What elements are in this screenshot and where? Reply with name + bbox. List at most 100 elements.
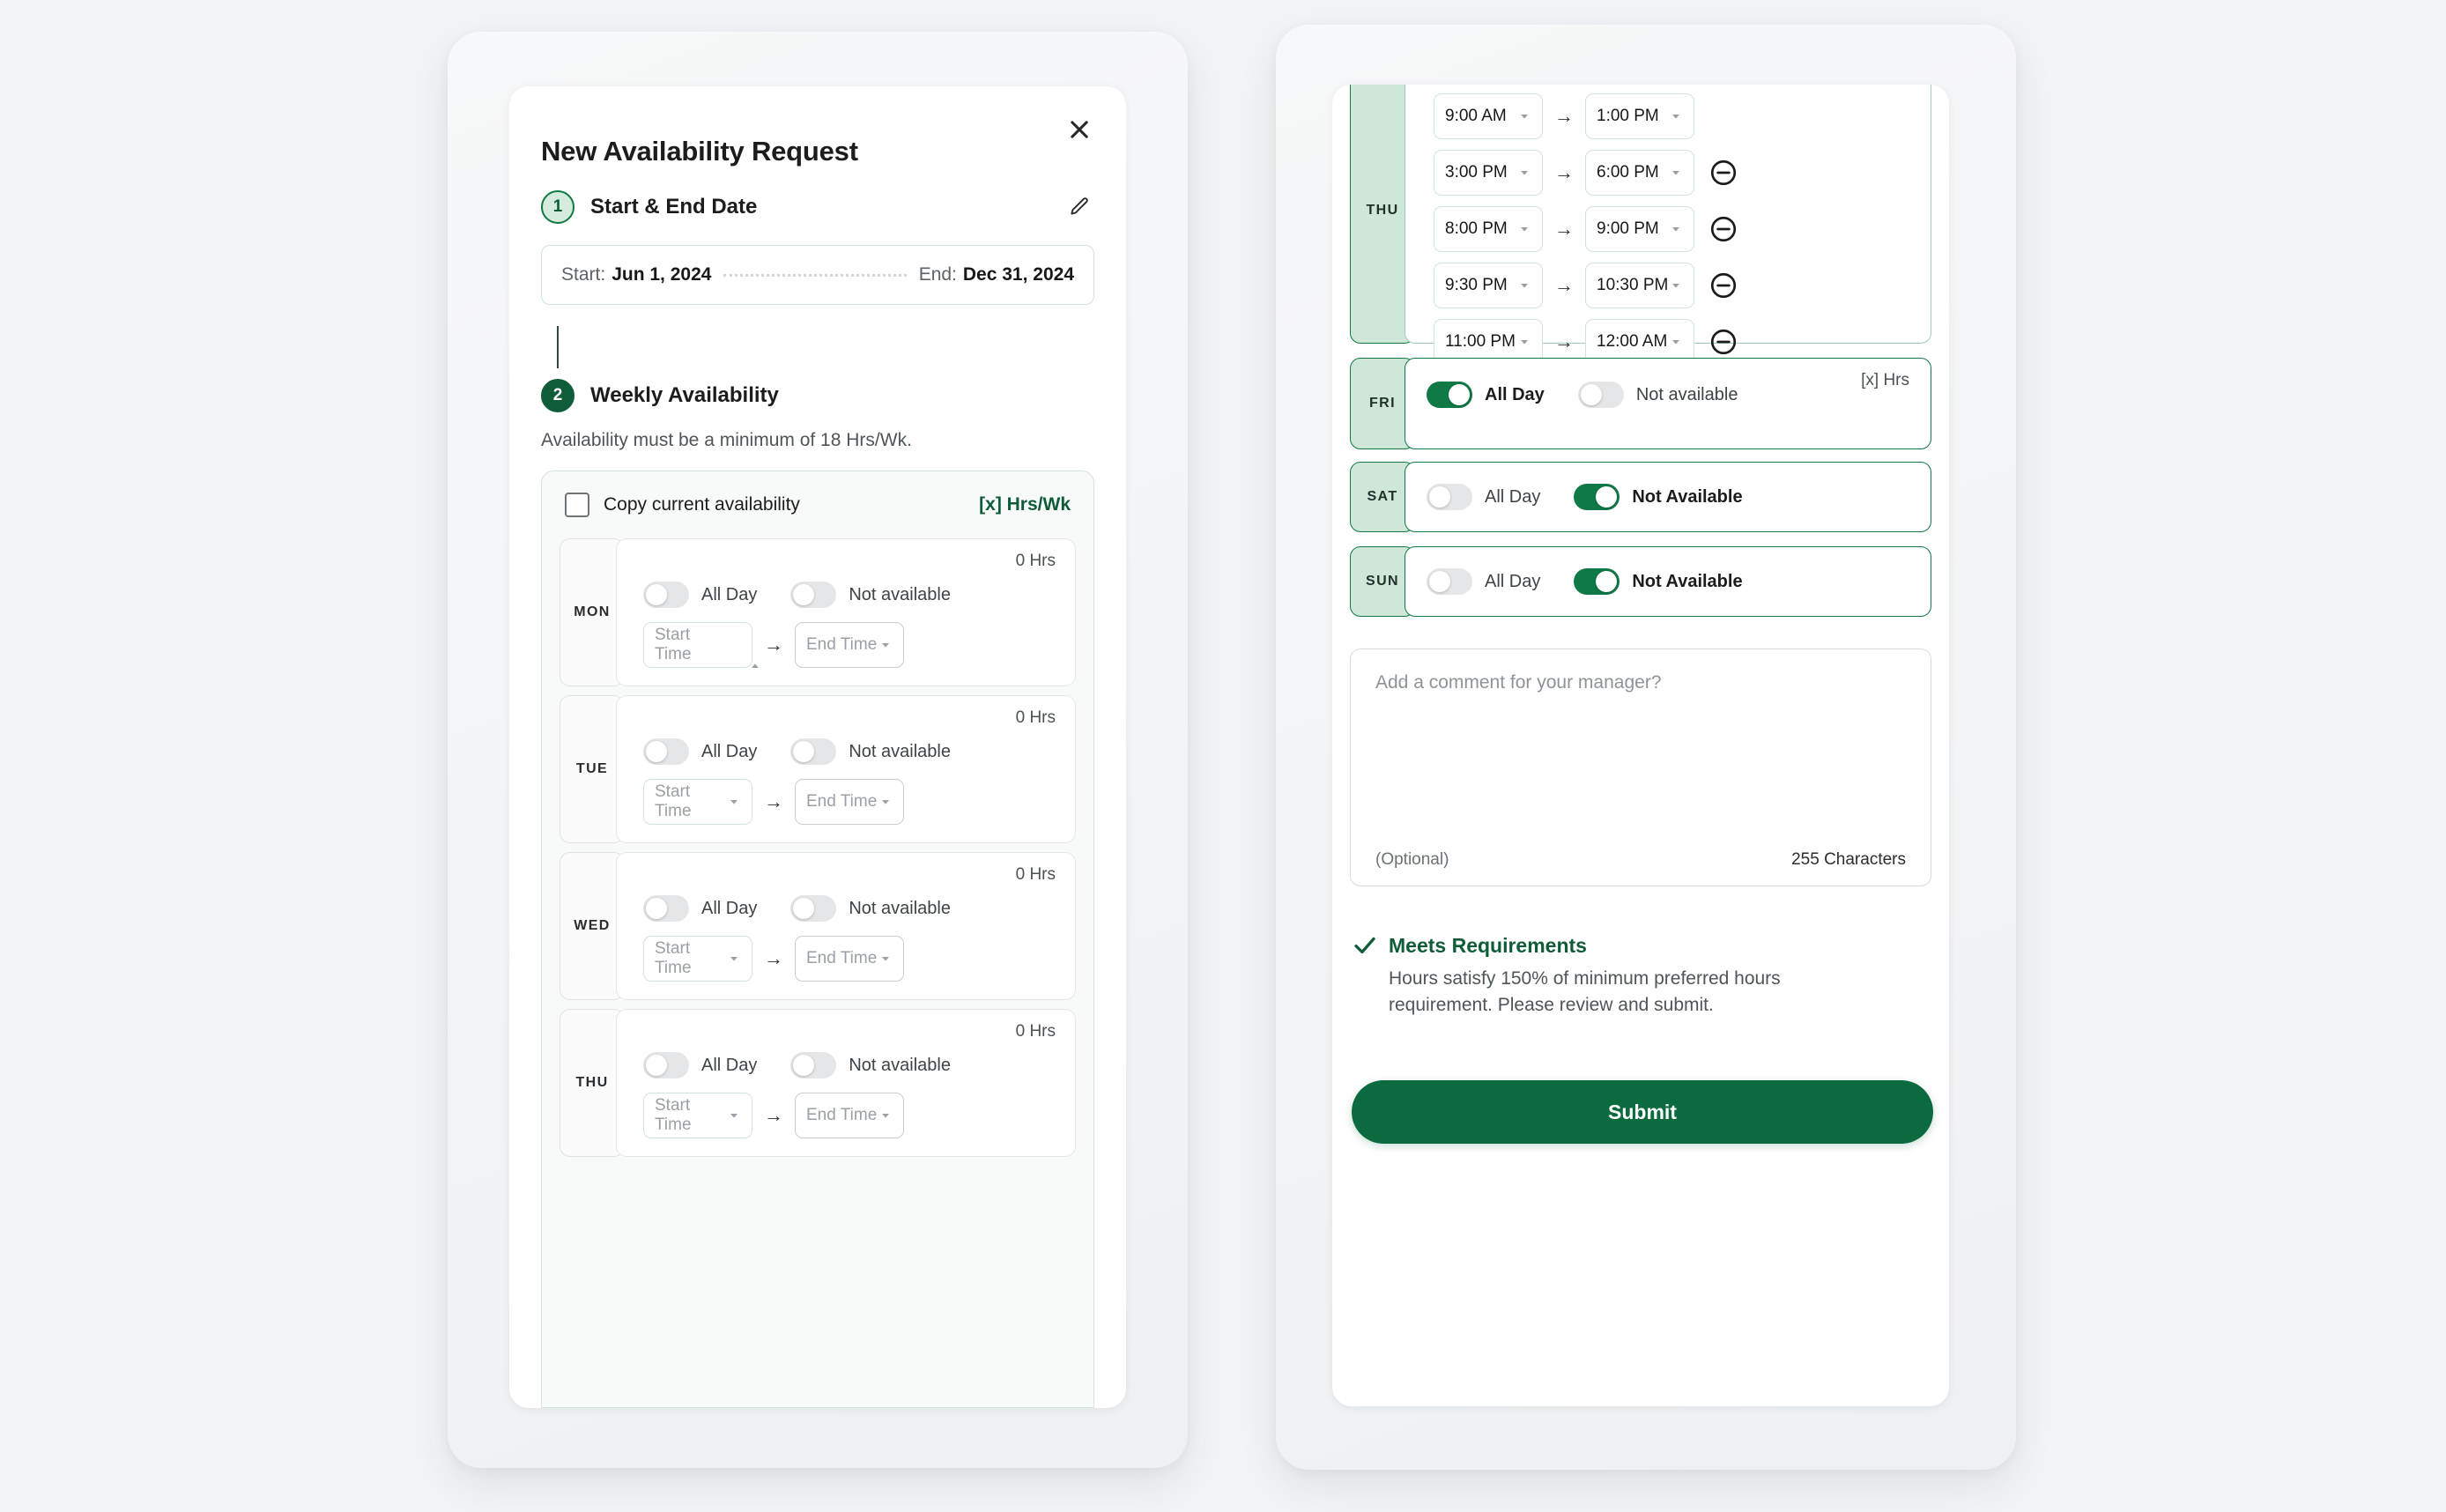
thu-slot-3-start-value: 9:30 PM <box>1445 276 1508 294</box>
fri-all-day-toggle[interactable] <box>1427 382 1472 408</box>
thu-slot-2-end-value: 9:00 PM <box>1597 219 1659 238</box>
tue-end-time-select[interactable]: End Time <box>795 779 904 825</box>
step-2-label: Weekly Availability <box>590 383 779 407</box>
chevron-down-icon <box>1517 109 1531 123</box>
thu-slot-0-start-value: 9:00 AM <box>1445 107 1507 125</box>
day-row-tue: TUE 0 Hrs All Day Not available Start Time → E… <box>560 695 1076 843</box>
thu-slot-1-end-select[interactable]: 6:00 PM <box>1585 150 1694 196</box>
minimum-hours-note: Availability must be a minimum of 18 Hrs… <box>541 430 912 450</box>
close-icon[interactable] <box>1059 109 1100 150</box>
manager-comment-field[interactable]: Add a comment for your manager? (Optiona… <box>1350 649 1931 886</box>
range-arrow-icon: → <box>1554 218 1574 240</box>
range-arrow-icon: → <box>1554 105 1574 127</box>
start-date-value: Jun 1, 2024 <box>612 264 712 285</box>
wed-not-available-toggle[interactable] <box>790 895 837 922</box>
chevron-down-icon <box>878 795 893 809</box>
thu-start-time-select[interactable]: Start Time <box>643 1093 752 1138</box>
fri-not-available-toggle[interactable] <box>1577 382 1624 408</box>
chevron-down-icon <box>727 1108 741 1123</box>
wed-all-day-toggle[interactable] <box>643 895 689 922</box>
day-label-mon: MON <box>560 538 625 686</box>
tue-not-available-label: Not available <box>849 741 951 761</box>
tue-all-day-label: All Day <box>701 741 758 761</box>
thu-not-available-label: Not available <box>849 1055 951 1075</box>
range-arrow-icon: → <box>764 947 783 969</box>
thu-time-slot: 3:00 PM → 6:00 PM <box>1434 150 1916 196</box>
fri-not-available-label: Not available <box>1635 384 1738 404</box>
range-arrow-icon: → <box>1554 330 1574 352</box>
requirements-body: Hours satisfy 150% of minimum preferred … <box>1389 968 1781 1016</box>
screenshot-root: New Availability Request 1 Start & End D… <box>0 0 2446 1512</box>
mon-not-available-label: Not available <box>849 584 951 604</box>
chevron-down-icon <box>1669 278 1683 293</box>
thu-slot-0-end-select[interactable]: 1:00 PM <box>1585 93 1694 139</box>
copy-availability-row: Copy current availability [x] Hrs/Wk <box>542 471 1093 538</box>
thu-time-slot: 9:00 AM → 1:00 PM <box>1434 93 1916 139</box>
chevron-down-icon <box>1669 335 1683 349</box>
thu-slot-4-end-value: 12:00 AM <box>1597 332 1668 351</box>
pencil-icon[interactable] <box>1064 192 1094 222</box>
wed-start-time-select[interactable]: Start Time <box>643 936 752 982</box>
end-date-value: Dec 31, 2024 <box>962 264 1074 285</box>
range-arrow-icon: → <box>764 790 783 812</box>
range-arrow-icon: → <box>1554 274 1574 296</box>
mon-hours-total: 0 Hrs <box>1015 552 1056 570</box>
sun-not-available-toggle[interactable] <box>1574 568 1620 595</box>
chevron-down-icon <box>727 795 741 809</box>
remove-slot-icon[interactable] <box>1708 271 1738 300</box>
comment-optional-label: (Optional) <box>1375 850 1449 869</box>
wed-hours-total: 0 Hrs <box>1015 865 1056 884</box>
mon-all-day-toggle[interactable] <box>643 582 689 608</box>
mon-all-day-label: All Day <box>701 584 758 604</box>
step-1-label: Start & End Date <box>590 195 758 219</box>
day-row-wed: WED 0 Hrs All Day Not available Start Time → E… <box>560 852 1076 1000</box>
chevron-down-icon <box>878 1108 893 1123</box>
remove-slot-icon[interactable] <box>1708 214 1738 244</box>
wed-all-day-label: All Day <box>701 898 758 918</box>
day-label-tue: TUE <box>560 695 625 843</box>
mon-start-time-select[interactable]: Start Time <box>643 622 759 668</box>
thu-end-time-select[interactable]: End Time <box>795 1093 904 1138</box>
sun-all-day-label: All Day <box>1485 571 1541 591</box>
remove-slot-icon[interactable] <box>1708 158 1738 188</box>
thu-slot-1-start-select[interactable]: 3:00 PM <box>1434 150 1543 196</box>
tue-start-time-select[interactable]: Start Time <box>643 779 752 825</box>
thu-slot-3-end-select[interactable]: 10:30 PM <box>1585 263 1694 308</box>
sat-all-day-toggle[interactable] <box>1427 484 1472 510</box>
tue-not-available-toggle[interactable] <box>790 738 837 765</box>
thu-not-available-toggle[interactable] <box>790 1052 837 1078</box>
chevron-down-icon <box>1517 222 1531 236</box>
fri-hours-total: [x] Hrs <box>1861 371 1909 389</box>
tue-all-day-toggle[interactable] <box>643 738 689 765</box>
check-icon <box>1352 932 1378 959</box>
day-row-sat: SAT All Day Not Available <box>1350 462 1931 532</box>
copy-availability-checkbox[interactable] <box>565 493 589 517</box>
chevron-up-icon <box>727 638 759 668</box>
day-label-wed: WED <box>560 852 625 1000</box>
thu-slot-2-start-select[interactable]: 8:00 PM <box>1434 206 1543 252</box>
comment-char-count: 255 Characters <box>1791 850 1906 869</box>
range-arrow-icon: → <box>764 634 783 656</box>
date-range-field[interactable]: Start: Jun 1, 2024 End: Dec 31, 2024 <box>541 245 1094 305</box>
range-arrow-icon: → <box>764 1104 783 1126</box>
requirements-status: Meets Requirements Hours satisfy 150% of… <box>1352 932 1933 1019</box>
chevron-down-icon <box>878 952 893 966</box>
mon-not-available-toggle[interactable] <box>790 582 837 608</box>
submit-button[interactable]: Submit <box>1352 1080 1933 1144</box>
remove-slot-icon[interactable] <box>1708 327 1738 357</box>
thu-slot-0-start-select[interactable]: 9:00 AM <box>1434 93 1543 139</box>
thu-slot-2-start-value: 8:00 PM <box>1445 219 1508 238</box>
day-row-thu: THU 0 Hrs All Day Not available Start Time → E… <box>560 1009 1076 1157</box>
thu-slot-3-start-select[interactable]: 9:30 PM <box>1434 263 1543 308</box>
chevron-down-icon <box>1517 335 1531 349</box>
wed-end-time-select[interactable]: End Time <box>795 936 904 982</box>
mon-end-time-select[interactable]: End Time <box>795 622 904 668</box>
sun-all-day-toggle[interactable] <box>1427 568 1472 595</box>
range-arrow-icon: → <box>1554 161 1574 183</box>
weekly-availability-panel: Copy current availability [x] Hrs/Wk MON… <box>541 471 1094 1408</box>
sat-not-available-toggle[interactable] <box>1574 484 1620 510</box>
day-row-sun: SUN All Day Not Available <box>1350 546 1931 617</box>
thu-all-day-toggle[interactable] <box>643 1052 689 1078</box>
thu-slot-2-end-select[interactable]: 9:00 PM <box>1585 206 1694 252</box>
comment-placeholder: Add a comment for your manager? <box>1375 672 1662 693</box>
